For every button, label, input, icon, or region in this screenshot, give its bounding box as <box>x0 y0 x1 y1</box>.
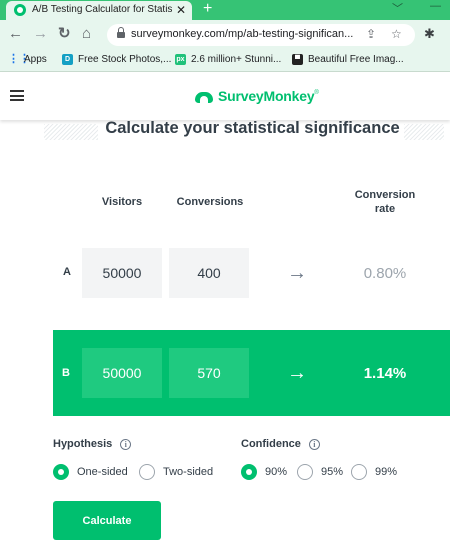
bookmarks-bar: ⋮⋮ Apps D Free Stock Photos,... px 2.6 m… <box>0 50 450 72</box>
bookmark-apps[interactable]: ⋮⋮ Apps <box>8 53 47 66</box>
hypothesis-two-sided-radio[interactable] <box>139 464 155 480</box>
extensions-puzzle-icon[interactable]: ✱ <box>424 26 435 42</box>
surveymonkey-logo[interactable]: SurveyMonkey ® <box>193 88 319 104</box>
camera-icon: ▀ <box>292 54 303 65</box>
tab-close-icon[interactable]: ✕ <box>176 2 186 18</box>
site-header: SurveyMonkey ® <box>0 72 450 120</box>
variant-b-visitors-input[interactable]: 50000 <box>82 348 162 398</box>
hypothesis-one-sided-label[interactable]: One-sided <box>77 466 128 478</box>
browser-tab[interactable]: A/B Testing Calculator for Statisti ✕ <box>6 1 192 20</box>
bookmark-star-icon[interactable]: ☆ <box>391 27 402 41</box>
forward-arrow-icon[interactable]: → <box>33 25 48 43</box>
confidence-99-radio[interactable] <box>351 464 367 480</box>
logo-text: SurveyMonkey <box>218 88 315 104</box>
share-icon[interactable]: ⇪ <box>366 27 376 41</box>
hamburger-menu-icon[interactable] <box>10 90 24 101</box>
px-icon: px <box>175 54 186 65</box>
confidence-90-radio[interactable] <box>241 464 257 480</box>
bookmark-label: Free Stock Photos,... <box>78 54 172 65</box>
surveymonkey-favicon-icon <box>14 4 26 16</box>
confidence-label: Confidence i <box>241 438 320 450</box>
hypothesis-two-sided-label[interactable]: Two-sided <box>163 466 213 478</box>
confidence-95-radio[interactable] <box>297 464 313 480</box>
hypothesis-one-sided-radio[interactable] <box>53 464 69 480</box>
variant-a-conversions-input[interactable]: 400 <box>169 248 249 298</box>
home-icon[interactable]: ⌂ <box>82 25 91 43</box>
confidence-95-label[interactable]: 95% <box>321 466 343 478</box>
hypothesis-label-text: Hypothesis <box>53 438 113 450</box>
browser-toolbar: ← → ↻ ⌂ surveymonkey.com/mp/ab-testing-s… <box>0 20 450 50</box>
d-icon: D <box>62 54 73 65</box>
arrow-right-icon: → <box>287 362 307 384</box>
variant-a-label: A <box>63 266 71 278</box>
confidence-label-text: Confidence <box>241 438 301 450</box>
url-text[interactable]: surveymonkey.com/mp/ab-testing-significa… <box>131 28 356 40</box>
arrow-right-icon: → <box>287 262 307 284</box>
apps-grid-icon: ⋮⋮ <box>8 53 30 65</box>
bookmark-label: Beautiful Free Imag... <box>308 54 404 65</box>
surveymonkey-logo-icon <box>193 89 215 103</box>
calculate-button[interactable]: Calculate <box>53 501 161 540</box>
info-icon[interactable]: i <box>308 438 320 450</box>
bookmark-label: Apps <box>24 54 47 65</box>
variant-b-conversions-input[interactable]: 570 <box>169 348 249 398</box>
bookmark-free-stock-photos[interactable]: D Free Stock Photos,... <box>62 54 171 65</box>
variant-a-conversion-rate: 0.80% <box>363 265 407 282</box>
back-arrow-icon[interactable]: ← <box>8 25 23 43</box>
conversion-rate-header-line: rate <box>374 203 396 215</box>
conversion-rate-header-line: Conversion <box>354 189 416 201</box>
browser-tab-bar: A/B Testing Calculator for Statisti ✕ + … <box>0 0 450 20</box>
tab-search-icon[interactable]: ﹀ <box>392 0 403 16</box>
bookmark-stunning-images[interactable]: px 2.6 million+ Stunni... <box>175 54 281 65</box>
confidence-90-label[interactable]: 90% <box>265 466 287 478</box>
reload-icon[interactable]: ↻ <box>58 25 71 43</box>
tab-title: A/B Testing Calculator for Statisti <box>32 4 172 15</box>
visitors-column-header: Visitors <box>101 196 143 208</box>
hypothesis-label: Hypothesis i <box>53 438 132 450</box>
address-bar[interactable]: surveymonkey.com/mp/ab-testing-significa… <box>107 24 415 46</box>
bookmark-label: 2.6 million+ Stunni... <box>191 54 282 65</box>
variant-b-conversion-rate: 1.14% <box>363 365 407 382</box>
bookmark-beautiful-images[interactable]: ▀ Beautiful Free Imag... <box>292 54 404 65</box>
conversions-column-header: Conversions <box>176 196 244 208</box>
page-title: Calculate your statistical significance <box>105 119 400 137</box>
new-tab-button[interactable]: + <box>203 0 212 19</box>
conversion-rate-column-header: Conversion rate <box>345 189 425 215</box>
minimize-window-icon[interactable]: — <box>430 0 441 12</box>
logo-trademark: ® <box>314 90 319 96</box>
info-icon[interactable]: i <box>120 438 132 450</box>
lock-icon[interactable] <box>117 27 125 39</box>
confidence-99-label[interactable]: 99% <box>375 466 397 478</box>
variant-b-label: B <box>62 367 70 379</box>
variant-a-visitors-input[interactable]: 50000 <box>82 248 162 298</box>
